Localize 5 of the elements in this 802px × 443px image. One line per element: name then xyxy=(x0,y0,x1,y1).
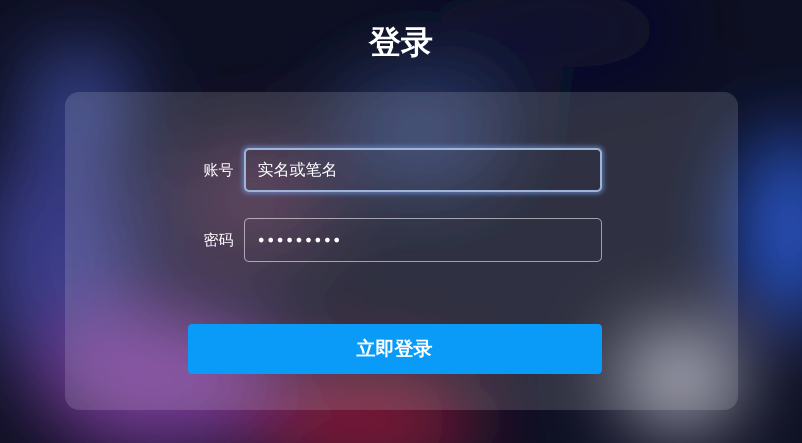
field-label: 账号 xyxy=(202,160,234,180)
page-title: 登录 xyxy=(369,22,433,62)
input-field[interactable]: 实名或笔名 xyxy=(244,148,602,192)
field-label: 密码 xyxy=(202,230,234,250)
input-field[interactable]: ••••••••• xyxy=(244,218,602,262)
